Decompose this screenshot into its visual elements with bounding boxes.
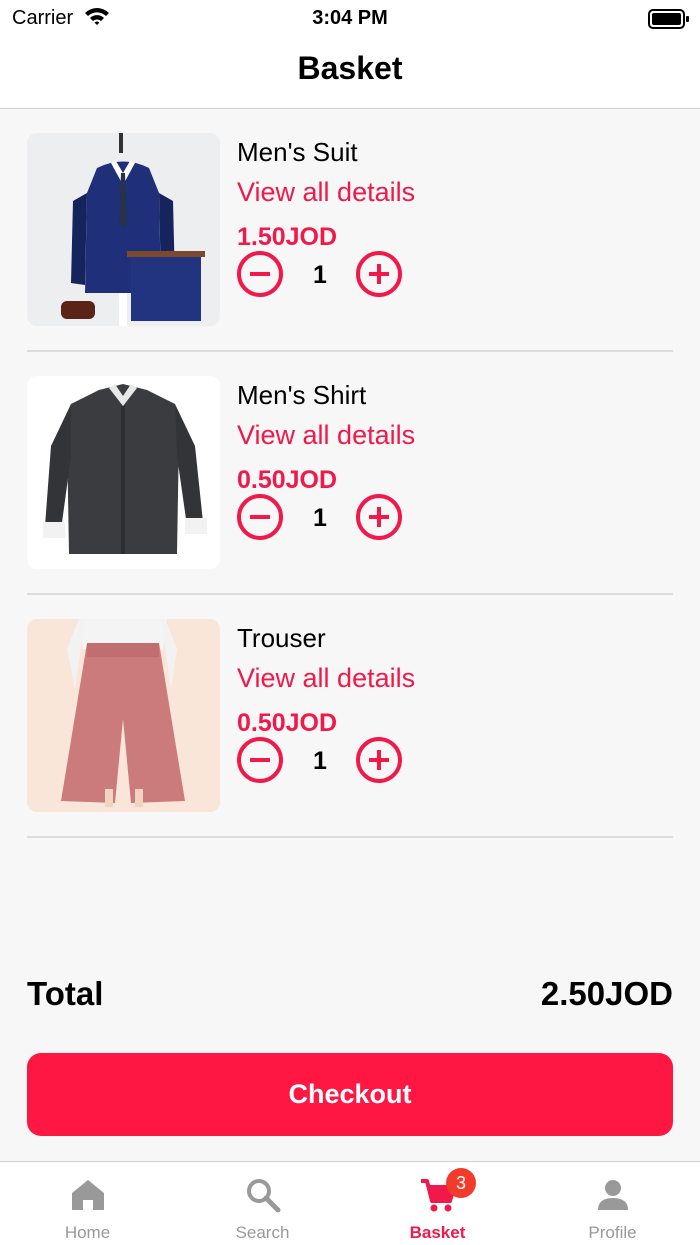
item-image[interactable] [27,619,220,812]
item-image[interactable] [27,133,220,326]
basket-item: Men's Suit View all details 1.50JOD 1 [27,109,673,352]
increase-quantity-button[interactable] [356,494,402,540]
item-quantity: 1 [313,261,327,289]
tab-label: Basket [409,1223,466,1242]
view-details-link[interactable]: View all details [237,420,415,451]
tab-bar: Home Search 3 Basket Profile [0,1161,700,1245]
item-quantity: 1 [313,504,327,532]
cart-count-badge: 3 [446,1168,476,1198]
person-icon [598,1180,628,1210]
status-bar: Carrier 3:04 PM [0,0,700,36]
tab-label: Home [64,1223,111,1242]
item-name: Men's Shirt [237,380,367,410]
item-name: Trouser [237,623,326,653]
battery-icon [648,9,689,29]
mens-suit-photo [27,133,220,326]
item-price: 0.50JOD [237,466,338,494]
decrease-quantity-button[interactable] [237,737,283,783]
item-price: 1.50JOD [237,223,338,251]
minus-icon [250,515,270,519]
item-price: 0.50JOD [237,709,338,737]
tab-search[interactable]: Search [175,1162,350,1245]
tab-label: Search [235,1223,290,1242]
increase-quantity-button[interactable] [356,737,402,783]
total-value: 2.50JOD [540,975,673,1012]
decrease-quantity-button[interactable] [237,494,283,540]
status-time: 3:04 PM [312,7,388,29]
minus-icon [250,272,270,276]
search-icon [247,1179,281,1213]
home-icon [72,1180,104,1210]
page-title: Basket [297,50,403,86]
tab-home[interactable]: Home [0,1162,175,1245]
view-details-link[interactable]: View all details [237,177,415,208]
trouser-photo [27,619,220,812]
basket-item: Men's Shirt View all details 0.50JOD 1 [27,352,673,595]
item-name: Men's Suit [237,137,358,167]
item-quantity: 1 [313,747,327,775]
tab-label: Profile [588,1223,637,1242]
minus-icon [250,758,270,762]
checkout-button[interactable]: Checkout [27,1053,673,1136]
increase-quantity-button[interactable] [356,251,402,297]
mens-shirt-photo [27,376,220,569]
tab-profile[interactable]: Profile [525,1162,700,1245]
view-details-link[interactable]: View all details [237,663,415,694]
decrease-quantity-button[interactable] [237,251,283,297]
total-label: Total [27,975,104,1012]
nav-header: Basket [0,36,700,109]
basket-item: Trouser View all details 0.50JOD 1 [27,595,673,838]
item-image[interactable] [27,376,220,569]
tab-basket[interactable]: 3 Basket [350,1162,525,1245]
